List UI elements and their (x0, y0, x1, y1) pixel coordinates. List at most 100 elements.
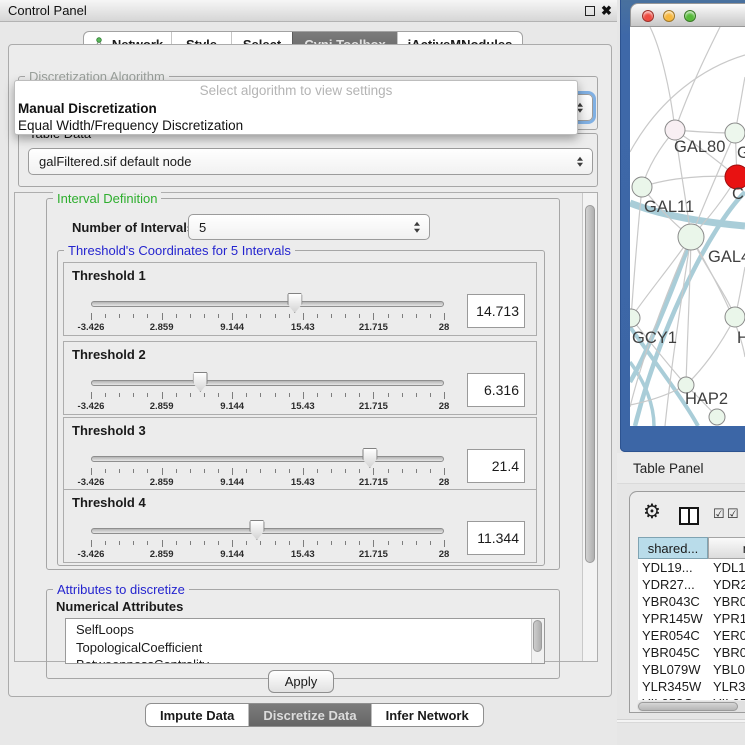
table-data-combobox[interactable]: galFiltered.sif default node (28, 148, 593, 175)
cell-shared-name[interactable]: YER054C (638, 627, 708, 644)
cell-name[interactable]: YPR145W (708, 610, 745, 627)
slider-tick (317, 314, 318, 318)
cell-name[interactable]: YDL19... (708, 559, 745, 576)
threshold-value-field[interactable]: 14.713 (467, 294, 525, 328)
slider-tick (176, 314, 177, 318)
cell-shared-name[interactable]: YLR345W (638, 678, 708, 695)
slider-track[interactable] (91, 380, 444, 386)
table-row[interactable]: YLR345WYLR345W (638, 678, 745, 695)
list-vertical-scrollbar[interactable] (531, 619, 544, 663)
table-row[interactable]: YBR043CYBR043C (638, 593, 745, 610)
slider-ticks (91, 392, 444, 400)
checkbox-icon[interactable]: ☑ (727, 506, 739, 522)
slider-tick (373, 540, 374, 547)
slider-tick (147, 541, 148, 545)
tab-impute-data[interactable]: Impute Data (146, 704, 248, 726)
attribute-item[interactable]: SelfLoops (76, 621, 544, 639)
apply-button[interactable]: Apply (268, 670, 334, 693)
checkbox-icon[interactable]: ☑ (713, 506, 725, 522)
dropdown-option-manual[interactable]: Manual Discretization (15, 100, 577, 117)
tab-discretize-data[interactable]: Discretize Data (248, 704, 370, 726)
slider-thumb[interactable] (287, 293, 302, 313)
slider-tick (190, 469, 191, 473)
slider-tick (359, 469, 360, 473)
zoom-traffic-light[interactable] (684, 10, 696, 22)
cell-shared-name[interactable]: YPR145W (638, 610, 708, 627)
network-node[interactable] (725, 123, 745, 143)
network-window-titlebar[interactable] (630, 3, 745, 27)
cell-shared-name[interactable]: YIL052C (638, 695, 708, 700)
cell-shared-name[interactable]: YDR27... (638, 576, 708, 593)
slider-scale-label: 15.43 (291, 549, 315, 560)
numerical-attributes-list[interactable]: SelfLoopsTopologicalCoefficientBetweenne… (65, 618, 545, 664)
network-node[interactable] (630, 309, 640, 327)
attribute-item[interactable]: BetweennessCentrality (76, 656, 544, 664)
horizontal-scrollbar[interactable] (637, 701, 745, 712)
dropdown-option-equal-width[interactable]: Equal Width/Frequency Discretization (15, 117, 577, 134)
network-node[interactable] (678, 224, 704, 250)
slider-thumb[interactable] (193, 372, 208, 392)
table-row[interactable]: YBR045CYBR045C (638, 644, 745, 661)
minimize-traffic-light[interactable] (663, 10, 675, 22)
number-of-intervals-combobox[interactable]: 5 (188, 214, 430, 240)
slider-tick (317, 469, 318, 473)
network-node[interactable] (665, 120, 685, 140)
threshold-slider[interactable]: -3.4262.8599.14415.4321.71528 (91, 418, 444, 490)
cell-name[interactable]: YBR043C (708, 593, 745, 610)
cell-shared-name[interactable]: YBR045C (638, 644, 708, 661)
table-row[interactable]: YDL19...YDL19... (638, 559, 745, 576)
slider-tick (232, 468, 233, 475)
table-row[interactable]: YIL052CYIL052C (638, 695, 745, 700)
slider-tick (162, 392, 163, 399)
vertical-scrollbar[interactable] (582, 193, 597, 661)
column-header-shared-name[interactable]: shared... (638, 537, 708, 559)
table-row[interactable]: YBL079WYBL079W (638, 661, 745, 678)
cell-shared-name[interactable]: YBL079W (638, 661, 708, 678)
threshold-value-field[interactable]: 11.344 (467, 521, 525, 555)
slider-tick (260, 469, 261, 473)
tab-infer-network[interactable]: Infer Network (371, 704, 483, 726)
table-row[interactable]: YDR27...YDR27... (638, 576, 745, 593)
slider-track[interactable] (91, 301, 444, 307)
slider-tick (303, 392, 304, 399)
slider-tick (359, 314, 360, 318)
slider-tick (204, 314, 205, 318)
table-row[interactable]: YPR145WYPR145W (638, 610, 745, 627)
threshold-value-field[interactable]: 6.316 (467, 373, 525, 407)
network-canvas[interactable]: GAL80GALCGAL11GAL4GCY1HHAP2 (630, 27, 745, 426)
table-row[interactable]: YER054CYER054C (638, 627, 745, 644)
threshold-slider[interactable]: -3.4262.8599.14415.4321.71528 (91, 490, 444, 562)
cell-name[interactable]: YLR345W (708, 678, 745, 695)
float-window-icon[interactable] (585, 6, 595, 16)
scrollbar-thumb[interactable] (585, 205, 595, 563)
node-label: GCY1 (632, 329, 677, 347)
cell-name[interactable]: YIL052C (708, 695, 745, 700)
threshold-slider[interactable]: -3.4262.8599.14415.4321.71528 (91, 342, 444, 414)
columns-icon[interactable] (679, 507, 699, 525)
scrollbar-thumb[interactable] (533, 620, 542, 652)
column-header-name[interactable]: n (708, 537, 745, 559)
slider-tick (162, 313, 163, 320)
cell-shared-name[interactable]: YDL19... (638, 559, 708, 576)
cell-name[interactable]: YDR27... (708, 576, 745, 593)
slider-track[interactable] (91, 528, 444, 534)
cell-shared-name[interactable]: YBR043C (638, 593, 708, 610)
slider-track[interactable] (91, 456, 444, 462)
slider-tick (359, 541, 360, 545)
gear-icon[interactable]: ⚙ (643, 502, 661, 522)
table-body[interactable]: YDL19...YDL19...YDR27...YDR27...YBR043CY… (638, 559, 745, 700)
slider-thumb[interactable] (362, 448, 377, 468)
network-node[interactable] (709, 409, 725, 425)
close-icon[interactable]: ✖ (601, 3, 612, 19)
threshold-value-field[interactable]: 21.4 (467, 449, 525, 483)
close-traffic-light[interactable] (642, 10, 654, 22)
slider-thumb[interactable] (249, 520, 264, 540)
threshold-slider[interactable]: -3.4262.8599.14415.4321.71528 (91, 263, 444, 335)
cell-name[interactable]: YBR045C (708, 644, 745, 661)
cell-name[interactable]: YER054C (708, 627, 745, 644)
attribute-item[interactable]: TopologicalCoefficient (76, 639, 544, 657)
scrollbar-thumb[interactable] (638, 702, 738, 711)
network-node[interactable] (725, 307, 745, 327)
network-node[interactable] (632, 177, 652, 197)
cell-name[interactable]: YBL079W (708, 661, 745, 678)
